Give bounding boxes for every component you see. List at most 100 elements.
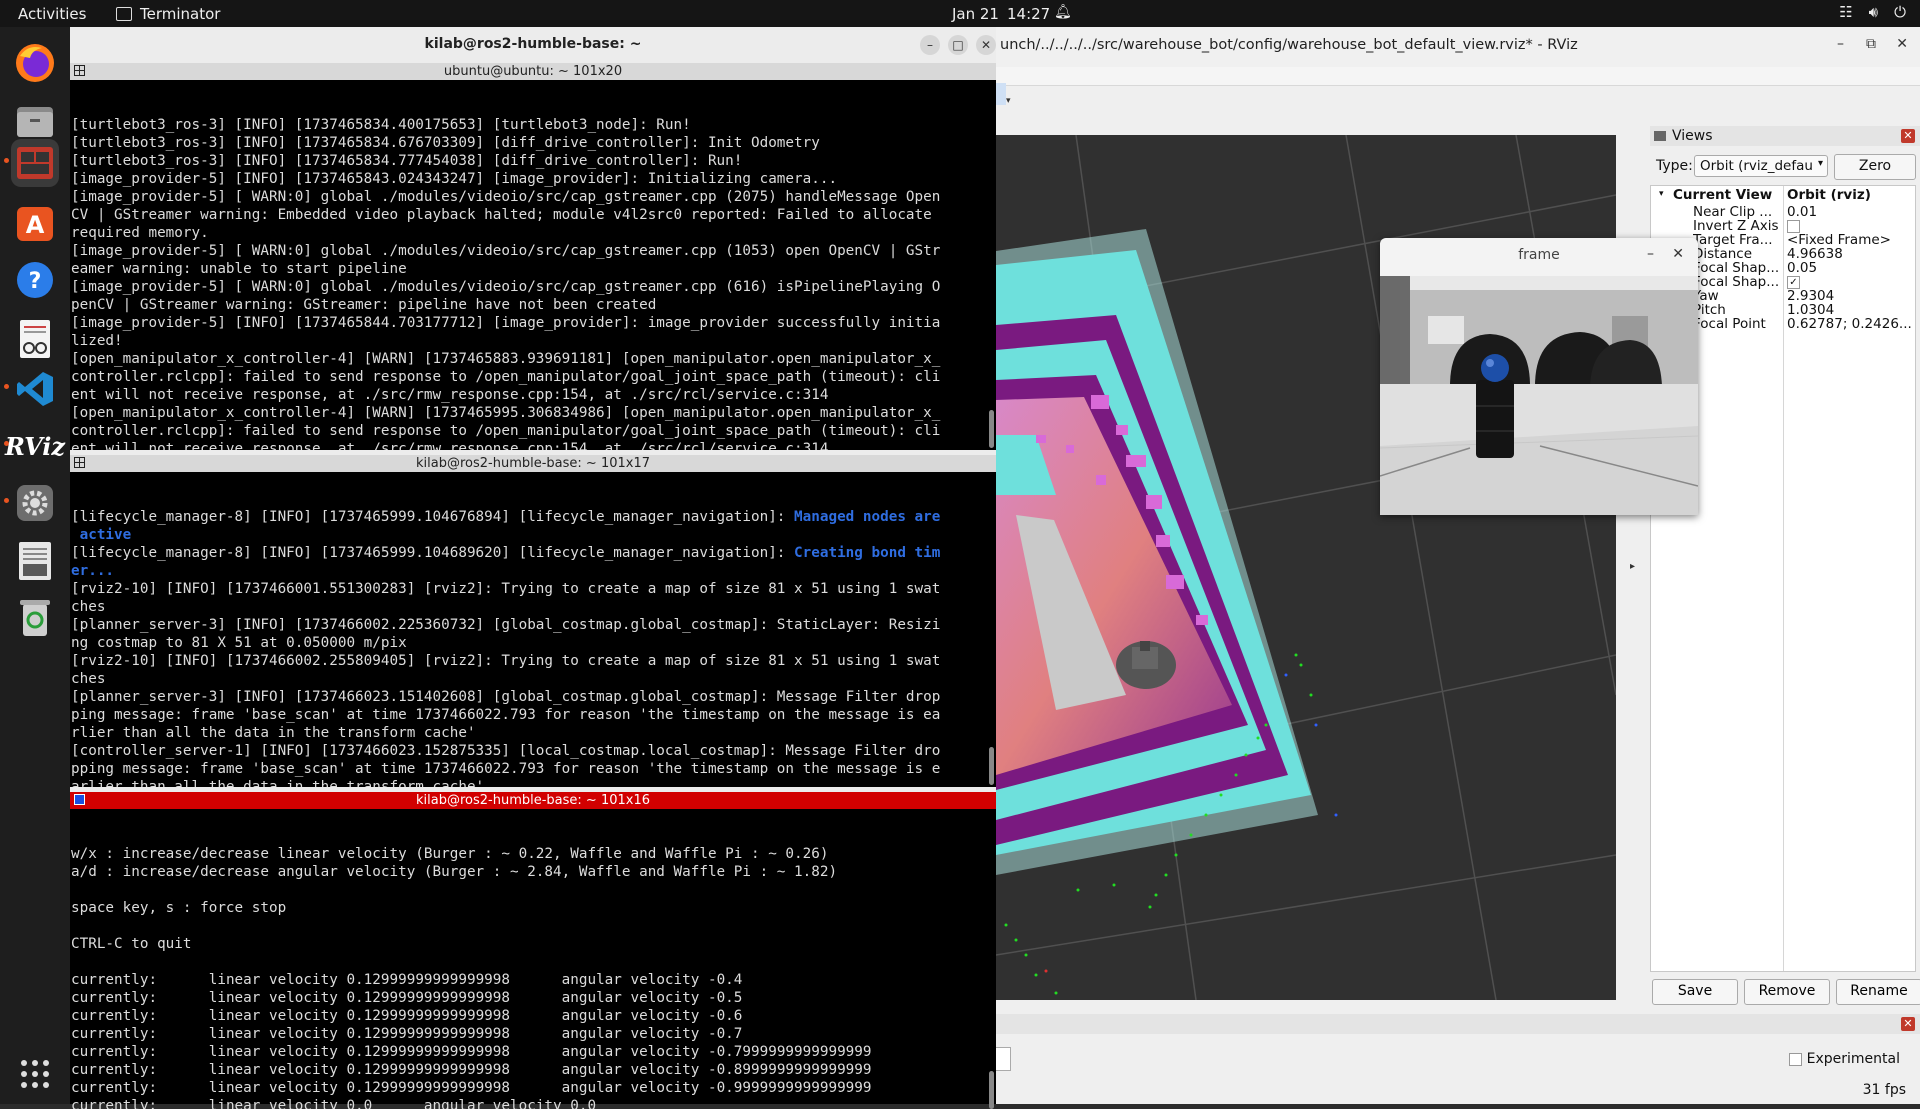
type-label: Type: <box>1656 158 1693 174</box>
running-indicator <box>4 498 9 503</box>
terminal-line: ches <box>71 598 996 616</box>
zero-button[interactable]: Zero <box>1834 154 1916 180</box>
volume-icon: 🔊︎ <box>1868 3 1879 21</box>
experimental-checkbox[interactable]: Experimental <box>1789 1051 1900 1067</box>
settings-icon[interactable] <box>11 479 59 527</box>
terminal-line-highlight: er... <box>71 563 115 579</box>
rename-view-button[interactable]: Rename <box>1836 979 1920 1005</box>
pane2-header[interactable]: kilab@ros2-humble-base: ~ 101x17 <box>70 455 996 472</box>
app-menu[interactable]: Terminator <box>116 5 220 23</box>
menu-bar[interactable] <box>996 67 1920 86</box>
pane2-title: kilab@ros2-humble-base: ~ 101x17 <box>416 456 650 471</box>
show-apps-icon[interactable] <box>11 1050 59 1098</box>
firefox-icon[interactable] <box>11 39 59 87</box>
terminal-line-highlight: Creating bond tim <box>794 545 941 561</box>
notification-bell-icon: 🔔︎ <box>1054 4 1072 20</box>
current-view-row[interactable]: ▾ Current View Orbit (rviz) <box>1651 187 1915 204</box>
terminal-line: [open_manipulator_x_controller-4] [WARN]… <box>71 351 941 367</box>
checkbox-icon[interactable] <box>1789 1052 1803 1066</box>
terminal-pane-3[interactable]: w/x : increase/decrease linear velocity … <box>70 809 996 1109</box>
terminal-line: currently: linear velocity 0.12999999999… <box>71 1026 743 1042</box>
terminal-line: [planner_server-3] [INFO] [1737466002.22… <box>71 616 996 634</box>
text-editor-icon[interactable] <box>11 537 59 585</box>
minimize-button[interactable]: – <box>1837 36 1844 52</box>
terminal-line-highlight: active <box>71 527 132 543</box>
views-panel-header[interactable]: Views ✕ <box>1650 126 1920 146</box>
close-button[interactable]: ✕ <box>1896 36 1908 52</box>
terminal-line: [rviz2-10] [INFO] [1737466002.255809405]… <box>71 652 996 670</box>
camera-image <box>1380 276 1698 515</box>
files-icon[interactable] <box>11 97 59 145</box>
frame-titlebar[interactable]: frame – ✕ <box>1380 238 1698 276</box>
pane1-header[interactable]: ubuntu@ubuntu: ~ 101x20 <box>70 63 996 80</box>
terminal-line-text: [planner_server-3] [INFO] [1737466023.15… <box>71 689 941 705</box>
tool-bar[interactable]: ▾ <box>996 83 1920 116</box>
terminal-line: currently: linear velocity 0.12999999999… <box>71 1008 743 1024</box>
toolbar-dropdown-icon[interactable]: ▾ <box>1006 96 1011 106</box>
close-button[interactable]: ✕ <box>1672 246 1684 262</box>
terminal-line: [turtlebot3_ros-3] [INFO] [1737465834.77… <box>71 153 743 169</box>
save-view-button[interactable]: Save <box>1652 979 1738 1005</box>
close-panel-button[interactable]: ✕ <box>1901 1017 1915 1031</box>
document-viewer-icon[interactable] <box>11 315 59 363</box>
svg-text:A: A <box>26 211 45 239</box>
terminal-pane-1[interactable]: [turtlebot3_ros-3] [INFO] [1737465834.40… <box>70 80 996 450</box>
current-view-label: Current View <box>1673 187 1773 203</box>
checkbox-icon[interactable] <box>1787 219 1800 233</box>
minimize-button[interactable]: – <box>1647 246 1654 262</box>
chevron-down-icon: ▾ <box>1817 158 1823 169</box>
terminal-line: active <box>71 526 996 544</box>
minimize-button[interactable]: – <box>920 35 940 55</box>
camera-icon <box>1654 131 1666 141</box>
pane3-header[interactable]: kilab@ros2-humble-base: ~ 101x16 <box>70 792 996 809</box>
terminal-line-text: [controller_server-1] [INFO] [1737466023… <box>71 743 941 759</box>
terminal-line: ches <box>71 670 996 688</box>
app-name: Terminator <box>140 5 221 23</box>
remove-view-button[interactable]: Remove <box>1744 979 1830 1005</box>
terminal-line: ent will not receive response, at ./src/… <box>71 441 829 450</box>
time-input[interactable] <box>996 1047 1011 1071</box>
running-indicator <box>4 384 9 389</box>
pane3-title: kilab@ros2-humble-base: ~ 101x16 <box>416 793 650 808</box>
view-type-select[interactable]: Orbit (rviz_defau ▾ <box>1694 155 1828 177</box>
terminal-line: eamer warning: unable to start pipeline <box>71 261 407 277</box>
terminal-titlebar[interactable]: kilab@ros2-humble-base: ~ – □ ✕ <box>70 27 996 63</box>
terminal-line-text: [rviz2-10] [INFO] [1737466001.551300283]… <box>71 581 941 597</box>
maximize-button[interactable]: □ <box>948 35 968 55</box>
help-icon[interactable]: ? <box>11 256 59 304</box>
scrollbar[interactable] <box>989 1071 994 1109</box>
clock[interactable]: Jan 21 14:27 <box>952 5 1050 23</box>
terminal-line: [image_provider-5] [INFO] [1737465844.70… <box>71 315 941 331</box>
rviz-icon[interactable]: RViz <box>5 422 65 470</box>
terminal-line: controller.rclcpp]: failed to send respo… <box>71 369 941 385</box>
property-key: Focal Point <box>1693 316 1766 332</box>
app-center-icon[interactable]: A <box>11 199 59 247</box>
terminal-line-text: [planner_server-3] [INFO] [1737466002.22… <box>71 617 941 633</box>
expand-arrow-icon[interactable]: ▾ <box>1659 189 1664 199</box>
terminator-window: kilab@ros2-humble-base: ~ – □ ✕ ubuntu@u… <box>70 27 996 1109</box>
terminal-line: currently: linear velocity 0.0 angular v… <box>71 1098 597 1109</box>
scrollbar[interactable] <box>989 747 994 785</box>
terminal-line: [turtlebot3_ros-3] [INFO] [1737465834.67… <box>71 135 820 151</box>
terminal-line: [image_provider-5] [ WARN:0] global ./mo… <box>71 279 941 295</box>
system-tray[interactable]: ☷ 🔊︎ ⏻ <box>1839 3 1906 21</box>
view-type-row: Type: Orbit (rviz_defau ▾ Zero <box>1650 154 1920 180</box>
checkbox-icon[interactable]: ✓ <box>1787 275 1800 289</box>
terminal-line: lized! <box>71 333 123 349</box>
scrollbar[interactable] <box>989 410 994 448</box>
power-icon: ⏻ <box>1894 3 1906 21</box>
trash-icon[interactable] <box>11 593 59 641</box>
restore-button[interactable]: ⧉ <box>1866 36 1876 52</box>
vscode-icon[interactable] <box>11 365 59 413</box>
terminal-line: controller.rclcpp]: failed to send respo… <box>71 423 941 439</box>
close-button[interactable]: ✕ <box>976 35 996 55</box>
collapse-panel-arrow[interactable]: ▸ <box>1630 561 1635 572</box>
time-panel-header: ✕ <box>996 1014 1920 1034</box>
close-panel-button[interactable]: ✕ <box>1901 129 1915 143</box>
activities-button[interactable]: Activities <box>18 5 86 23</box>
terminal-pane-2[interactable]: [lifecycle_manager-8] [INFO] [1737465999… <box>70 472 996 787</box>
rviz-titlebar[interactable]: unch/../../../../src/warehouse_bot/confi… <box>996 27 1920 67</box>
terminator-icon[interactable] <box>11 139 59 187</box>
